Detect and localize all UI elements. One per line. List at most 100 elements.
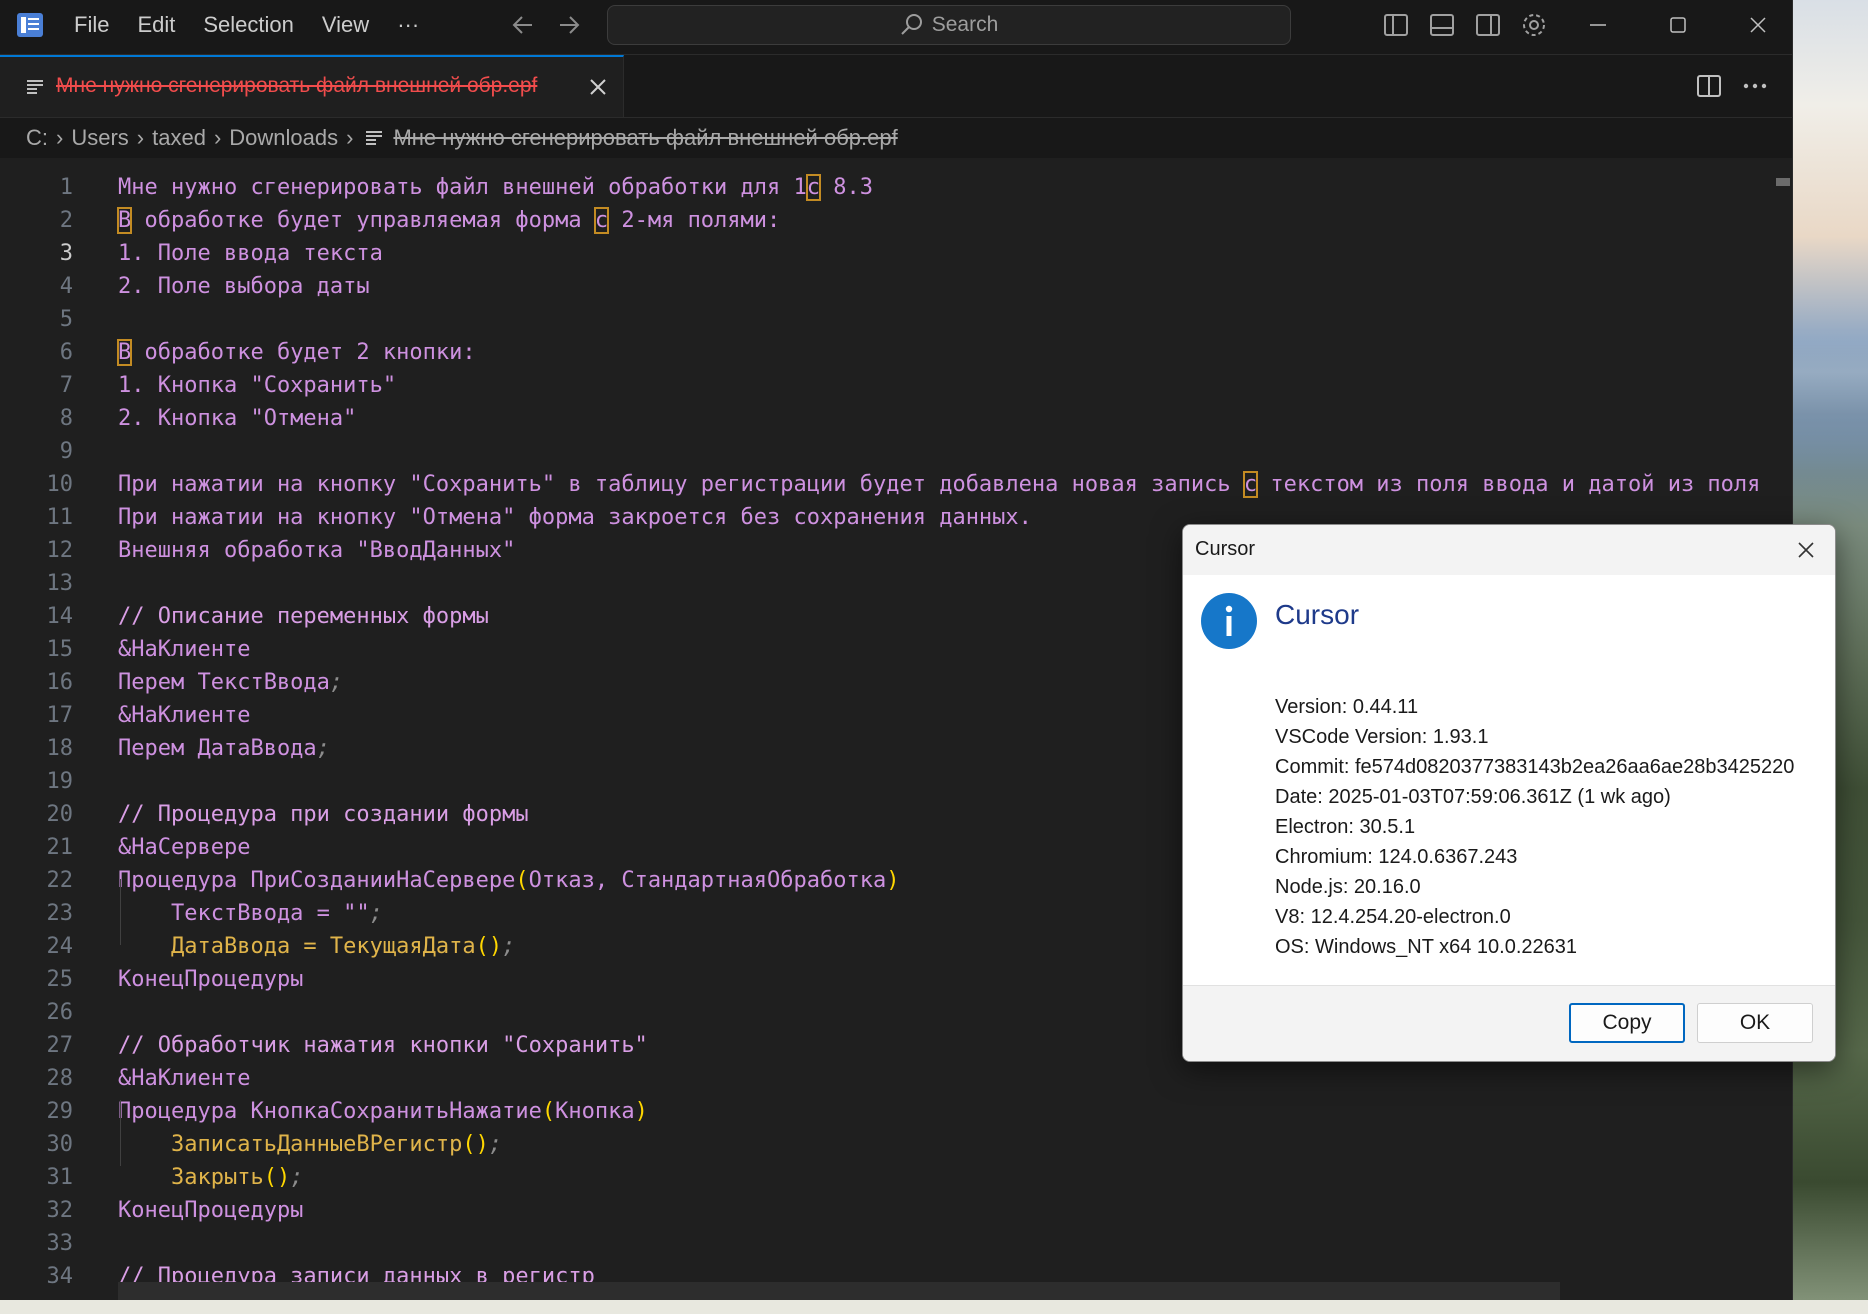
dialog-heading: Cursor bbox=[1275, 599, 1360, 630]
chevron-right-icon: › bbox=[136, 125, 145, 150]
line-number: 7 bbox=[59, 373, 73, 398]
line-number: 6 bbox=[59, 340, 73, 365]
line-number: 25 bbox=[46, 967, 74, 992]
line-number: 12 bbox=[46, 538, 74, 563]
menu-selection[interactable]: Selection bbox=[189, 12, 308, 38]
code-line[interactable]: Мне нужно сгенерировать файл внешней обр… bbox=[118, 171, 873, 204]
menu-file[interactable]: File bbox=[60, 12, 123, 38]
menu-bar: File Edit Selection View ··· bbox=[60, 0, 433, 50]
code-line[interactable]: &НаКлиенте bbox=[118, 633, 250, 666]
menu-more[interactable]: ··· bbox=[383, 12, 433, 38]
code-line[interactable]: При нажатии на кнопку "Сохранить" в табл… bbox=[118, 468, 1760, 501]
code-line[interactable]: // Описание переменных формы bbox=[118, 600, 489, 633]
version-detail-line: Date: 2025-01-03T07:59:06.361Z (1 wk ago… bbox=[1275, 786, 1671, 808]
line-number: 9 bbox=[59, 439, 73, 464]
line-number: 1 bbox=[59, 175, 73, 200]
horizontal-scrollbar[interactable] bbox=[118, 1282, 1560, 1300]
code-line[interactable]: Внешняя обработка "ВводДанных" bbox=[118, 534, 515, 567]
version-detail-line: Commit: fe574d0820377383143b2ea26aa6ae28… bbox=[1275, 756, 1795, 778]
copy-button[interactable]: Copy bbox=[1569, 1003, 1685, 1043]
line-number: 28 bbox=[46, 1066, 74, 1091]
line-number: 4 bbox=[59, 274, 73, 299]
layout-sidebar-right-icon[interactable] bbox=[1474, 11, 1502, 39]
search-box[interactable]: Search bbox=[607, 5, 1291, 45]
minimize-icon[interactable] bbox=[1578, 10, 1618, 40]
line-number: 29 bbox=[46, 1099, 74, 1124]
code-line[interactable]: КонецПроцедуры bbox=[118, 1194, 303, 1227]
menu-edit[interactable]: Edit bbox=[123, 12, 189, 38]
line-number: 21 bbox=[46, 835, 74, 860]
code-line[interactable]: При нажатии на кнопку "Отмена" форма зак… bbox=[118, 501, 1032, 534]
tab-bar: Мне нужно сгенерировать файл внешней обр… bbox=[0, 55, 1792, 118]
code-line[interactable]: Перем ДатаВвода; bbox=[118, 732, 330, 765]
breadcrumb: C: › Users › taxed › Downloads › Мне нуж… bbox=[26, 118, 898, 158]
version-detail-line: Version: 0.44.11 bbox=[1275, 696, 1419, 718]
code-line[interactable]: &НаКлиенте bbox=[118, 1062, 250, 1095]
arrow-left-icon[interactable] bbox=[510, 12, 536, 38]
info-icon bbox=[1201, 593, 1257, 649]
code-line[interactable]: 1. Поле ввода текста bbox=[118, 237, 383, 270]
maximize-icon[interactable] bbox=[1658, 10, 1698, 40]
more-icon[interactable] bbox=[1740, 71, 1770, 101]
code-line[interactable]: ТекстВвода = ""; bbox=[118, 897, 383, 930]
code-line[interactable]: В обработке будет 2 кнопки: bbox=[116, 336, 476, 369]
scrollbar-thumb[interactable] bbox=[1776, 178, 1790, 186]
line-number: 23 bbox=[46, 901, 74, 926]
line-number: 17 bbox=[46, 703, 74, 728]
code-line[interactable]: &НаСервере bbox=[118, 831, 250, 864]
line-number: 31 bbox=[46, 1165, 74, 1190]
taskbar-edge bbox=[0, 1300, 1868, 1314]
dialog-title-bar: Cursor bbox=[1183, 525, 1835, 575]
code-line[interactable]: 2. Поле выбора даты bbox=[118, 270, 370, 303]
line-number: 27 bbox=[46, 1033, 74, 1058]
code-line[interactable]: // Процедура при создании формы bbox=[118, 798, 529, 831]
code-line[interactable]: // Обработчик нажатия кнопки "Сохранить" bbox=[118, 1029, 648, 1062]
line-number: 32 bbox=[46, 1198, 74, 1223]
code-line[interactable]: КонецПроцедуры bbox=[118, 963, 303, 996]
split-editor-icon[interactable] bbox=[1694, 71, 1724, 101]
editor-tab[interactable]: Мне нужно сгенерировать файл внешней обр… bbox=[0, 55, 624, 117]
line-number: 13 bbox=[46, 571, 74, 596]
version-detail-line: Chromium: 124.0.6367.243 bbox=[1275, 846, 1518, 868]
code-line[interactable]: 1. Кнопка "Сохранить" bbox=[118, 369, 396, 402]
code-line[interactable]: Процедура КнопкаСохранитьНажатие(Кнопка) bbox=[118, 1095, 648, 1128]
tab-label: Мне нужно сгенерировать файл внешней обр… bbox=[56, 74, 538, 97]
line-number: 20 bbox=[46, 802, 74, 827]
breadcrumb-file[interactable]: Мне нужно сгенерировать файл внешней обр… bbox=[393, 125, 897, 151]
menu-view[interactable]: View bbox=[308, 12, 383, 38]
breadcrumb-drive[interactable]: C: bbox=[26, 125, 48, 151]
layout-sidebar-left-icon[interactable] bbox=[1382, 11, 1410, 39]
code-line[interactable]: ДатаВвода = ТекущаяДата(); bbox=[118, 930, 515, 963]
breadcrumb-downloads[interactable]: Downloads bbox=[229, 125, 338, 151]
line-number: 16 bbox=[46, 670, 74, 695]
version-detail-line: Node.js: 20.16.0 bbox=[1275, 876, 1421, 898]
code-line[interactable]: В обработке будет управляемая форма с 2-… bbox=[116, 204, 780, 237]
ok-button[interactable]: OK bbox=[1697, 1003, 1813, 1043]
search-label: Search bbox=[931, 13, 999, 36]
line-number: 11 bbox=[46, 505, 74, 530]
line-number: 19 bbox=[46, 769, 74, 794]
line-number: 8 bbox=[59, 406, 73, 431]
version-details: Version: 0.44.11 VSCode Version: 1.93.1 Co… bbox=[1275, 692, 1794, 962]
line-number: 33 bbox=[46, 1231, 74, 1256]
layout-panel-icon[interactable] bbox=[1428, 11, 1456, 39]
code-line[interactable]: Закрыть(); bbox=[118, 1161, 303, 1194]
close-icon[interactable] bbox=[1738, 10, 1778, 40]
code-line[interactable]: 2. Кнопка "Отмена" bbox=[118, 402, 356, 435]
dialog-close-icon[interactable] bbox=[1795, 539, 1817, 561]
line-number: 3 bbox=[59, 241, 73, 266]
arrow-right-icon[interactable] bbox=[556, 12, 582, 38]
code-line[interactable]: Процедура ПриСозданииНаСервере(Отказ, Ст… bbox=[118, 864, 899, 897]
breadcrumb-users[interactable]: Users bbox=[71, 125, 128, 151]
code-line[interactable]: ЗаписатьДанныеВРегистр(); bbox=[118, 1128, 502, 1161]
app-logo-icon[interactable] bbox=[16, 12, 44, 38]
line-number: 2 bbox=[59, 208, 73, 233]
dialog-footer: Copy OK bbox=[1183, 985, 1835, 1061]
chevron-right-icon: › bbox=[56, 125, 64, 150]
code-line[interactable]: &НаКлиенте bbox=[118, 699, 250, 732]
code-line[interactable]: Перем ТекстВвода; bbox=[118, 666, 343, 699]
settings-gear-icon[interactable] bbox=[1520, 11, 1548, 39]
breadcrumb-user[interactable]: taxed bbox=[152, 125, 206, 151]
line-number: 14 bbox=[46, 604, 74, 629]
tab-close-icon[interactable] bbox=[588, 77, 608, 97]
